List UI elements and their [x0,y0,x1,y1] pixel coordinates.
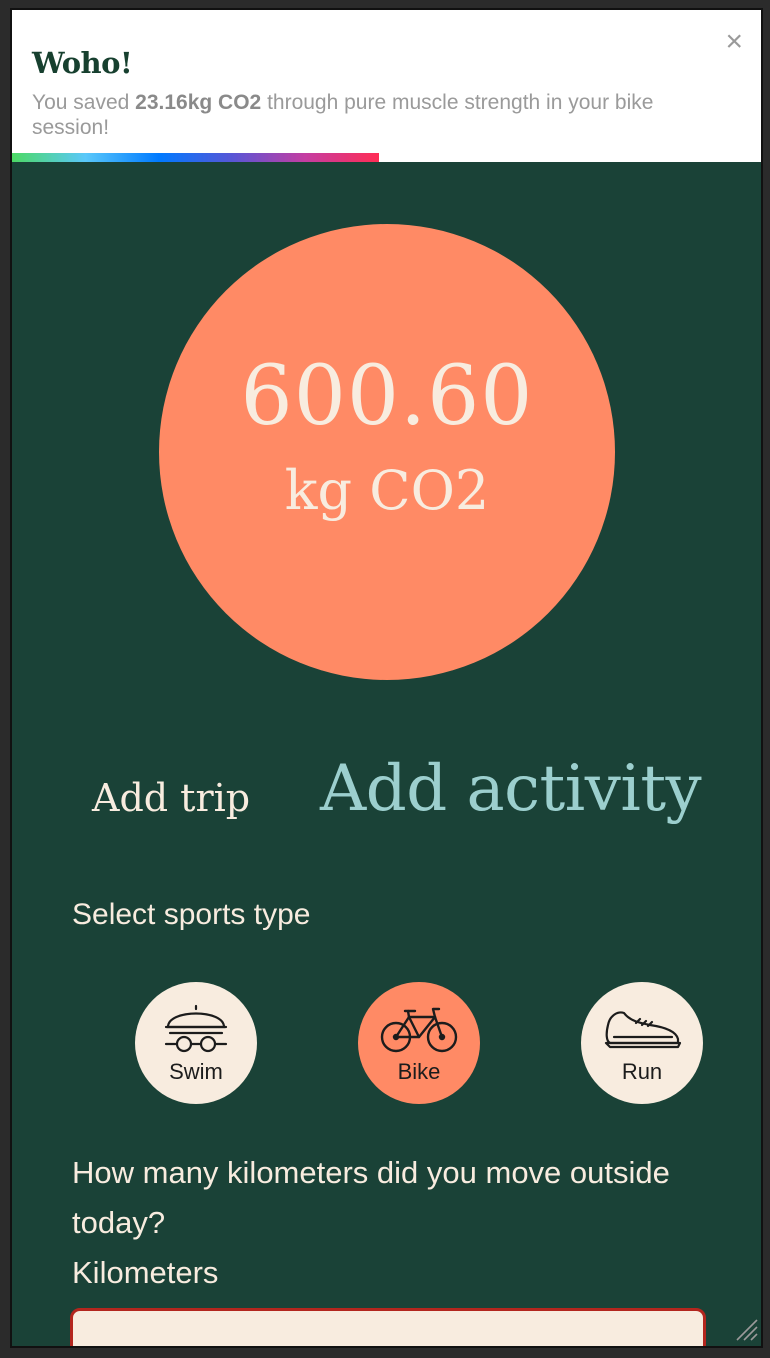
sport-swim-label: Swim [169,1059,223,1084]
select-sports-label: Select sports type [72,898,311,931]
km-question-text: How many kilometers did you move outside… [72,1155,670,1240]
toast-progress-bar [12,153,379,162]
co2-total-unit: kg CO2 [284,459,490,522]
co2-total-value: 600.60 [240,349,534,444]
co2-total-circle: 600.60 kg CO2 [159,224,615,680]
app-window: Woho! You saved 23.16kg CO2 through pure… [10,8,763,1348]
toast-notification: Woho! You saved 23.16kg CO2 through pure… [12,10,761,162]
kilometers-input[interactable] [70,1308,706,1346]
tab-add-trip[interactable]: Add trip [92,776,250,820]
sport-swim-button[interactable]: Swim [135,982,257,1104]
toast-message-amount: 23.16kg CO2 [135,91,262,114]
running-shoe-icon [604,1011,682,1049]
sport-bike-button[interactable]: Bike [358,982,480,1104]
swim-cap-goggles-icon [164,1004,228,1053]
sport-bike-label: Bike [397,1059,441,1084]
bicycle-icon [380,1007,458,1053]
toast-message-prefix: You saved [32,91,136,114]
toast-message: You saved 23.16kg CO2 through pure muscl… [32,90,722,140]
tab-add-activity[interactable]: Add activity [320,752,702,826]
close-icon[interactable]: × [725,24,743,60]
km-field-label: Kilometers [72,1255,219,1290]
resize-grip-icon[interactable] [733,1316,759,1342]
toast-title: Woho! [32,46,133,80]
km-question: How many kilometers did you move outside… [72,1148,712,1298]
sport-run-label: Run [621,1059,663,1084]
sport-run-button[interactable]: Run [581,982,703,1104]
